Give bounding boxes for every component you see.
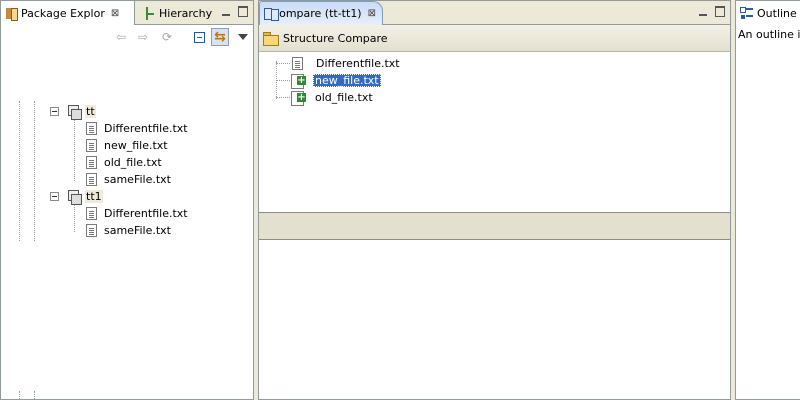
tree-guide — [276, 97, 290, 98]
tree-guide — [74, 119, 75, 181]
project-icon — [66, 190, 82, 205]
tree-file[interactable]: Differentfile.txt — [86, 205, 188, 222]
hierarchy-icon — [143, 6, 155, 20]
back-button[interactable]: ⇦ — [112, 28, 130, 46]
tab-compare[interactable]: Compare (tt-tt1) ⊠ — [259, 1, 383, 25]
compare-item-selected[interactable]: new_file.txt — [291, 72, 381, 89]
tree-file[interactable]: Differentfile.txt — [86, 120, 188, 137]
package-explorer-view: Package Explor ⊠ Hierarchy ⇦ ⇨ ⟳ ⇆ tt Di… — [0, 0, 254, 400]
tree-guide — [34, 391, 35, 400]
tab-package-explorer[interactable]: Package Explor ⊠ — [1, 1, 135, 25]
file-icon — [86, 156, 97, 169]
close-icon[interactable]: ⊠ — [111, 8, 119, 19]
compare-editor: Compare (tt-tt1) ⊠ Structure Compare Dif… — [258, 0, 731, 400]
tab-package-explorer-label: Package Explor — [21, 6, 105, 20]
tree-guide — [34, 101, 35, 241]
compare-item-label: Differentfile.txt — [316, 57, 400, 70]
file-icon — [292, 57, 303, 70]
compare-item[interactable]: old_file.txt — [291, 89, 373, 106]
folder-icon — [263, 32, 279, 46]
file-added-icon — [291, 91, 307, 106]
tree-file[interactable]: old_file.txt — [86, 154, 162, 171]
tree-guide — [276, 63, 290, 64]
maximize-button[interactable] — [714, 6, 725, 17]
structure-compare-label: Structure Compare — [283, 31, 388, 45]
file-added-icon — [291, 74, 307, 89]
close-icon[interactable]: ⊠ — [368, 8, 376, 19]
maximize-button[interactable] — [237, 6, 248, 17]
tab-compare-label: Compare (tt-tt1) — [271, 7, 362, 20]
package-explorer-icon — [5, 7, 18, 21]
structure-compare-header: Structure Compare — [259, 25, 730, 52]
file-icon — [86, 173, 97, 186]
outline-tabbar: Outline — [736, 1, 800, 25]
tree-project-label: tt — [85, 105, 96, 118]
view-menu-button[interactable] — [234, 28, 252, 46]
file-icon — [86, 224, 97, 237]
compare-item-label: new_file.txt — [313, 74, 381, 87]
link-with-editor-button[interactable]: ⇆ — [211, 28, 229, 46]
forward-button[interactable]: ⇨ — [134, 28, 152, 46]
tab-outline-label: Outline — [757, 6, 797, 20]
tree-guide — [74, 204, 75, 232]
tree-file-label: old_file.txt — [104, 156, 162, 169]
compare-item[interactable]: Differentfile.txt — [292, 55, 400, 72]
tree-guide — [276, 80, 290, 81]
up-button[interactable]: ⟳ — [158, 28, 176, 46]
link-icon: ⇆ — [214, 29, 226, 45]
tab-hierarchy[interactable]: Hierarchy — [139, 1, 218, 25]
compare-item-label: old_file.txt — [315, 91, 373, 104]
tree-project-tt1[interactable]: tt1 — [50, 188, 103, 205]
outline-icon — [740, 7, 753, 19]
tree-project-label: tt1 — [85, 190, 103, 203]
tree-file-label: sameFile.txt — [104, 173, 171, 186]
outline-message: An outline is n — [738, 28, 800, 41]
compare-icon — [264, 7, 282, 21]
file-icon — [86, 122, 97, 135]
tab-outline[interactable]: Outline — [736, 1, 800, 25]
collapse-toggle[interactable] — [50, 107, 59, 116]
minimize-button[interactable] — [697, 6, 708, 17]
tree-file-label: Differentfile.txt — [104, 122, 188, 135]
collapse-toggle[interactable] — [50, 192, 59, 201]
file-icon — [86, 139, 97, 152]
collapse-all-icon — [193, 31, 205, 43]
outline-view: Outline An outline is n — [735, 0, 800, 400]
tab-hierarchy-label: Hierarchy — [159, 6, 213, 20]
content-compare-header[interactable] — [259, 212, 730, 240]
tree-file[interactable]: sameFile.txt — [86, 222, 171, 239]
tree-guide — [19, 391, 20, 400]
package-explorer-tabbar: Package Explor ⊠ Hierarchy — [1, 1, 253, 25]
tree-file-label: sameFile.txt — [104, 224, 171, 237]
project-icon — [66, 105, 82, 120]
file-icon — [86, 207, 97, 220]
tree-file-label: Differentfile.txt — [104, 207, 188, 220]
tree-file-label: new_file.txt — [104, 139, 168, 152]
tree-file[interactable]: sameFile.txt — [86, 171, 171, 188]
collapse-all-button[interactable] — [190, 28, 208, 46]
tree-guide — [19, 101, 20, 241]
tree-project-tt[interactable]: tt — [50, 103, 96, 120]
tree-file[interactable]: new_file.txt — [86, 137, 168, 154]
minimize-button[interactable] — [220, 6, 231, 17]
compare-editor-tabbar: Compare (tt-tt1) ⊠ — [259, 1, 730, 25]
chevron-down-icon — [238, 34, 248, 40]
